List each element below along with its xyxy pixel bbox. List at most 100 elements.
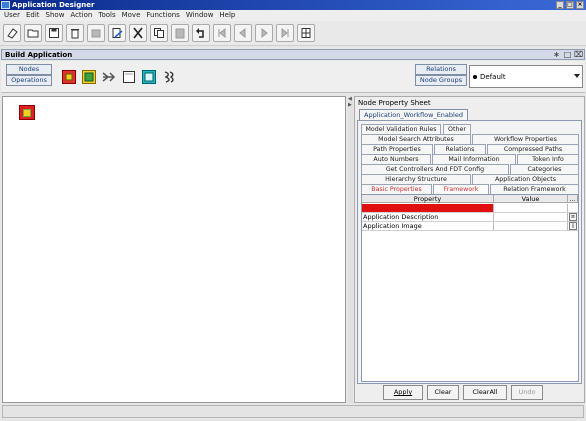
application-node[interactable]: [19, 105, 35, 120]
previous-icon: [239, 27, 246, 39]
copy-icon: [154, 28, 164, 38]
document-node-icon[interactable]: [122, 70, 136, 84]
tab-model-validation-rules[interactable]: Model Validation Rules: [361, 124, 441, 134]
tab-workflow-properties[interactable]: Workflow Properties: [472, 134, 579, 144]
next-button[interactable]: [255, 24, 273, 42]
radio-dot-icon: [473, 75, 477, 79]
node-group-select[interactable]: Default: [469, 65, 583, 88]
menu-tools[interactable]: Tools: [98, 10, 115, 21]
form-node-icon[interactable]: [142, 70, 156, 84]
tab-mail-information[interactable]: Mail Information: [432, 154, 516, 164]
tab-relation-framework[interactable]: Relation Framework: [490, 184, 579, 194]
image-icon[interactable]: ▯: [569, 222, 577, 230]
tab-token-info[interactable]: Token Info: [517, 154, 579, 164]
menu-move[interactable]: Move: [122, 10, 141, 21]
clear-all-button[interactable]: ClearAll: [463, 385, 507, 400]
tab-node-groups[interactable]: Node Groups: [415, 75, 467, 86]
window-titlebar: Application Designer _ □ ×: [0, 0, 586, 10]
delete-button[interactable]: [66, 24, 84, 42]
value-cell[interactable]: [494, 213, 568, 221]
minimize-button[interactable]: _: [556, 1, 564, 9]
tab-application-objects[interactable]: Application Objects: [472, 174, 579, 184]
design-canvas[interactable]: [2, 96, 346, 403]
build-application-header: Build Application ∗ □ ⌧: [1, 49, 585, 60]
app-node-icon[interactable]: [62, 70, 76, 84]
undo-properties-button[interactable]: Undo: [511, 385, 543, 400]
node-group-value: Default: [480, 73, 506, 81]
eraser-button[interactable]: [3, 24, 21, 42]
cell-editor[interactable]: ≡: [568, 213, 578, 221]
tab-relations[interactable]: Relations: [415, 64, 467, 75]
column-header-ellipsis: ...: [568, 195, 578, 203]
cut-icon: [133, 27, 143, 39]
apply-button[interactable]: Apply: [383, 385, 423, 400]
tab-auto-numbers[interactable]: Auto Numbers: [361, 154, 431, 164]
save-button[interactable]: [45, 24, 63, 42]
menu-show[interactable]: Show: [46, 10, 65, 21]
edit-document-button[interactable]: [108, 24, 126, 42]
tab-application-workflow-enabled[interactable]: Application_Workflow_Enabled: [359, 109, 468, 120]
paste-button[interactable]: [171, 24, 189, 42]
save-icon: [49, 28, 59, 38]
cell-editor[interactable]: ▯: [568, 222, 578, 230]
cut-button[interactable]: [129, 24, 147, 42]
tab-other[interactable]: Other: [443, 124, 471, 134]
tab-model-search-attributes[interactable]: Model Search Attributes: [361, 134, 471, 144]
table-row-application-name[interactable]: Application Name: [362, 204, 578, 213]
table-row-application-description[interactable]: Application Description ≡: [362, 213, 578, 222]
tab-categories[interactable]: Categories: [510, 164, 579, 174]
clear-button[interactable]: [87, 24, 105, 42]
copy-button[interactable]: [150, 24, 168, 42]
close-button[interactable]: ×: [576, 1, 584, 9]
property-name-cell: Application Name: [362, 204, 494, 212]
tab-relations[interactable]: Relations: [434, 144, 486, 154]
panel-restore-icon[interactable]: □: [563, 50, 572, 59]
column-header-value: Value: [494, 195, 568, 203]
tab-compressed-paths[interactable]: Compressed Paths: [487, 144, 579, 154]
menu-edit[interactable]: Edit: [26, 10, 40, 21]
panel-close-icon[interactable]: ⌧: [574, 50, 583, 59]
open-button[interactable]: [24, 24, 42, 42]
table-row-application-image[interactable]: Application Image ▯: [362, 222, 578, 231]
menu-help[interactable]: Help: [219, 10, 235, 21]
value-cell[interactable]: [494, 222, 568, 230]
script-node-icon[interactable]: [162, 70, 176, 84]
maximize-button[interactable]: □: [566, 1, 574, 9]
menu-functions[interactable]: Functions: [146, 10, 179, 21]
property-tabs-container: Model Validation Rules Other Model Searc…: [357, 120, 582, 384]
tab-framework[interactable]: Framework: [433, 184, 489, 194]
window-title: Application Designer: [12, 1, 95, 9]
tab-nodes[interactable]: Nodes: [6, 64, 52, 75]
panel-minimize-icon[interactable]: ∗: [552, 50, 561, 59]
ellipsis-icon[interactable]: ≡: [569, 213, 577, 221]
menu-user[interactable]: User: [4, 10, 20, 21]
undo-button[interactable]: [192, 24, 210, 42]
trash-icon: [71, 29, 79, 39]
group-node-icon[interactable]: [82, 70, 96, 84]
clear-properties-button[interactable]: Clear: [427, 385, 459, 400]
edit-document-icon: [112, 28, 123, 38]
property-sheet-title: Node Property Sheet: [358, 99, 431, 107]
first-button[interactable]: [213, 24, 231, 42]
tab-basic-properties[interactable]: Basic Properties: [361, 184, 432, 194]
menu-window[interactable]: Window: [186, 10, 214, 21]
property-name-cell: Application Image: [362, 222, 494, 230]
paste-icon: [175, 28, 185, 39]
property-name-cell: Application Description: [362, 213, 494, 221]
splitter[interactable]: ◀ ▶: [348, 96, 353, 403]
tab-path-properties[interactable]: Path Properties: [361, 144, 433, 154]
arrow-node-icon[interactable]: [102, 70, 116, 84]
column-header-property: Property: [362, 195, 494, 203]
tab-hierarchy-structure[interactable]: Hierarchy Structure: [361, 174, 471, 184]
dropdown-arrow-icon[interactable]: [574, 74, 580, 78]
last-button[interactable]: [276, 24, 294, 42]
first-icon: [218, 27, 226, 39]
layout-button[interactable]: [297, 24, 315, 42]
menu-action[interactable]: Action: [70, 10, 92, 21]
collapse-right-icon[interactable]: ▶: [348, 103, 352, 108]
tab-get-controllers-fdt-config[interactable]: Get Controllers And FDT Config: [361, 164, 509, 174]
tab-operations[interactable]: Operations: [6, 75, 52, 86]
value-cell[interactable]: [494, 204, 568, 212]
app-icon: [1, 1, 10, 9]
previous-button[interactable]: [234, 24, 252, 42]
